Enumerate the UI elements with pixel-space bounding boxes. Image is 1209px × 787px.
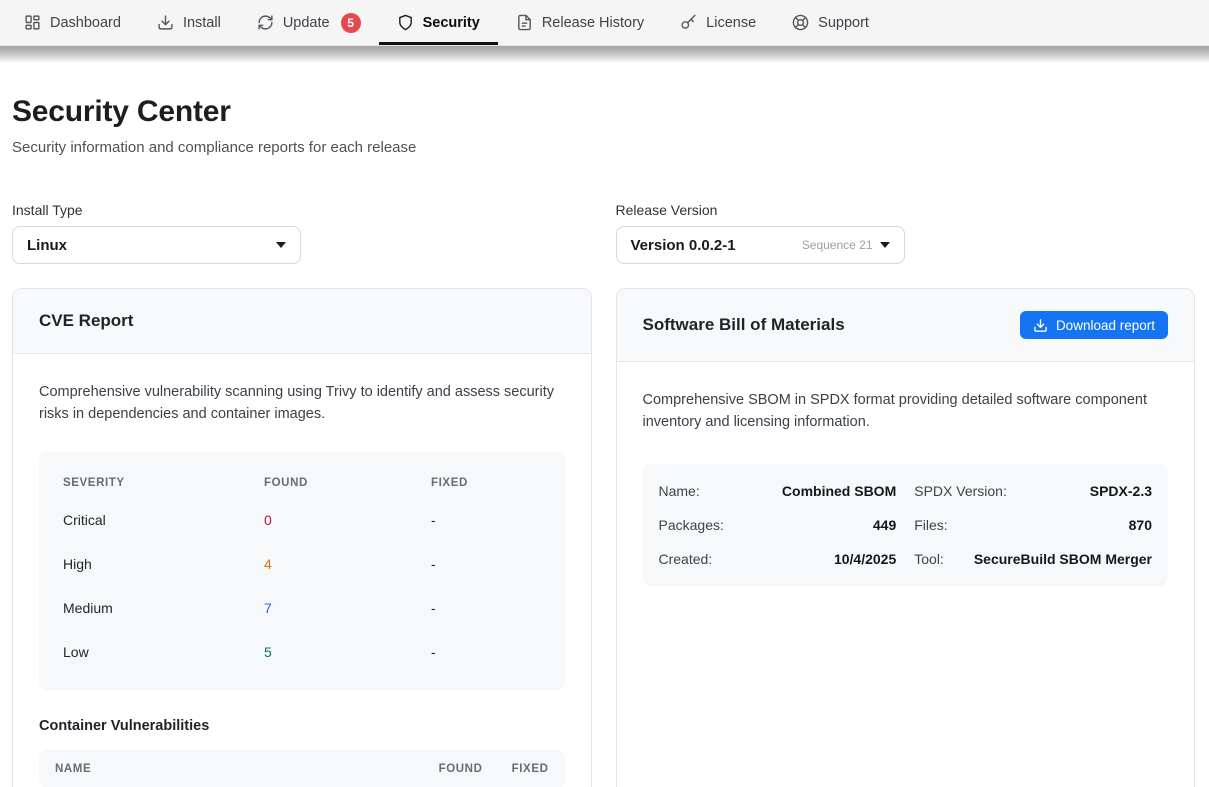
info-value: Combined SBOM [782, 483, 896, 499]
cve-report-card: CVE Report Comprehensive vulnerability s… [12, 288, 592, 787]
sbom-title: Software Bill of Materials [643, 315, 845, 335]
info-label: Files: [914, 517, 947, 533]
cve-report-header: CVE Report [13, 289, 591, 354]
found-count: 0 [264, 512, 431, 528]
container-vulnerabilities-heading: Container Vulnerabilities [39, 718, 565, 734]
download-icon [157, 14, 174, 31]
nav-item-install[interactable]: Install [139, 0, 239, 45]
column-header-found: FOUND [264, 477, 431, 489]
shield-icon [397, 14, 414, 31]
severity-label: Medium [63, 600, 264, 616]
severity-table-header: SEVERITY FOUND FIXED [63, 468, 541, 498]
nav-item-dashboard[interactable]: Dashboard [6, 0, 139, 45]
severity-label: High [63, 556, 264, 572]
severity-label: Critical [63, 512, 264, 528]
chevron-down-icon [880, 242, 890, 248]
sbom-card: Software Bill of Materials Download repo… [616, 288, 1196, 787]
severity-table: SEVERITY FOUND FIXED Critical 0 - High 4… [39, 452, 565, 690]
column-header-found: FOUND [419, 763, 483, 775]
key-icon [680, 14, 697, 31]
download-report-button[interactable]: Download report [1020, 311, 1168, 339]
sbom-info-table: Name: Combined SBOM SPDX Version: SPDX-2… [643, 464, 1169, 586]
sbom-info-tool: Tool: SecureBuild SBOM Merger [914, 542, 1152, 576]
found-count: 7 [264, 600, 431, 616]
nav-item-label: Support [818, 15, 869, 31]
found-count: 5 [264, 644, 431, 660]
nav-item-release-history[interactable]: Release History [498, 0, 662, 45]
info-label: SPDX Version: [914, 483, 1007, 499]
nav-item-license[interactable]: License [662, 0, 774, 45]
sbom-description: Comprehensive SBOM in SPDX format provid… [643, 390, 1169, 434]
sbom-info-spdx-version: SPDX Version: SPDX-2.3 [914, 474, 1152, 508]
sbom-header: Software Bill of Materials Download repo… [617, 289, 1195, 362]
cards-row: CVE Report Comprehensive vulnerability s… [12, 288, 1195, 787]
nav-item-security[interactable]: Security [379, 0, 498, 45]
container-table-header: NAME FOUND FIXED [39, 750, 565, 787]
info-label: Created: [659, 551, 713, 567]
info-label: Name: [659, 483, 700, 499]
main-content: Security Center Security information and… [0, 95, 1209, 787]
column-header-fixed: FIXED [431, 477, 541, 489]
column-header-fixed: FIXED [501, 763, 549, 775]
nav-item-label: License [706, 15, 756, 31]
nav-item-support[interactable]: Support [774, 0, 887, 45]
chevron-down-icon [276, 242, 286, 248]
info-value: 10/4/2025 [834, 551, 896, 567]
nav-item-label: Dashboard [50, 15, 121, 31]
info-value: 449 [873, 517, 896, 533]
download-icon [1033, 318, 1048, 333]
release-version-value: Version 0.0.2-1 [631, 237, 802, 254]
sbom-body: Comprehensive SBOM in SPDX format provid… [617, 362, 1195, 612]
info-value: SecureBuild SBOM Merger [974, 551, 1152, 567]
fixed-count: - [431, 600, 541, 616]
info-label: Tool: [914, 551, 944, 567]
dashboard-icon [24, 14, 41, 31]
column-header-severity: SEVERITY [63, 477, 264, 489]
release-version-select[interactable]: Version 0.0.2-1 Sequence 21 [616, 226, 905, 264]
sbom-info-files: Files: 870 [914, 508, 1152, 542]
nav-item-label: Update [283, 15, 330, 31]
refresh-icon [257, 14, 274, 31]
nav-item-label: Release History [542, 15, 644, 31]
update-count-badge: 5 [341, 13, 361, 33]
release-version-filter: Release Version Version 0.0.2-1 Sequence… [616, 202, 1196, 264]
fixed-count: - [431, 512, 541, 528]
column-header-name: NAME [55, 763, 401, 775]
document-icon [516, 14, 533, 31]
severity-row-high: High 4 - [63, 542, 541, 586]
severity-label: Low [63, 644, 264, 660]
filters-row: Install Type Linux Release Version Versi… [12, 202, 1195, 264]
severity-row-low: Low 5 - [63, 630, 541, 674]
fixed-count: - [431, 556, 541, 572]
install-type-label: Install Type [12, 202, 592, 218]
install-type-value: Linux [27, 237, 276, 254]
nav-item-label: Install [183, 15, 221, 31]
cve-report-title: CVE Report [39, 311, 133, 331]
sbom-info-name: Name: Combined SBOM [659, 474, 897, 508]
sbom-info-packages: Packages: 449 [659, 508, 897, 542]
cve-report-body: Comprehensive vulnerability scanning usi… [13, 354, 591, 787]
page-title: Security Center [12, 95, 1195, 129]
download-report-label: Download report [1056, 318, 1155, 333]
severity-row-medium: Medium 7 - [63, 586, 541, 630]
release-version-label: Release Version [616, 202, 1196, 218]
nav-item-label: Security [423, 15, 480, 31]
info-value: 870 [1129, 517, 1152, 533]
found-count: 4 [264, 556, 431, 572]
install-type-filter: Install Type Linux [12, 202, 592, 264]
page-subtitle: Security information and compliance repo… [12, 139, 1195, 156]
nav-scroll-shadow [0, 46, 1209, 63]
lifebuoy-icon [792, 14, 809, 31]
top-nav: Dashboard Install Update 5 Security Rele… [0, 0, 1209, 46]
fixed-count: - [431, 644, 541, 660]
nav-item-update[interactable]: Update 5 [239, 0, 379, 45]
info-label: Packages: [659, 517, 724, 533]
sbom-info-created: Created: 10/4/2025 [659, 542, 897, 576]
cve-report-description: Comprehensive vulnerability scanning usi… [39, 382, 565, 426]
sequence-badge: Sequence 21 [802, 238, 873, 252]
severity-row-critical: Critical 0 - [63, 498, 541, 542]
install-type-select[interactable]: Linux [12, 226, 301, 264]
info-value: SPDX-2.3 [1090, 483, 1152, 499]
